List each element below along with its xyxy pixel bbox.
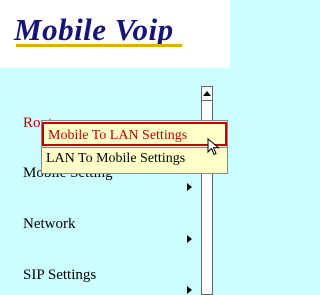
menu-item-network[interactable]: Network — [23, 216, 76, 233]
submenu-item-lan-to-mobile[interactable]: LAN To Mobile Settings — [42, 148, 227, 172]
route-submenu: Mobile To LAN Settings LAN To Mobile Set… — [41, 120, 228, 174]
app-logo: Mobile Voip — [14, 12, 174, 47]
menu-item-sip-settings[interactable]: SIP Settings — [23, 267, 96, 284]
submenu-item-mobile-to-lan[interactable]: Mobile To LAN Settings — [42, 122, 227, 146]
scroll-up-button[interactable] — [202, 87, 212, 101]
chevron-right-icon[interactable] — [187, 235, 192, 243]
scrollbar[interactable] — [201, 86, 213, 295]
logo-underline — [16, 44, 182, 47]
chevron-right-icon[interactable] — [187, 183, 192, 191]
chevron-right-icon[interactable] — [187, 286, 192, 294]
header: Mobile Voip — [0, 0, 230, 68]
arrow-up-icon — [203, 91, 211, 96]
mouse-pointer-icon — [207, 138, 220, 156]
